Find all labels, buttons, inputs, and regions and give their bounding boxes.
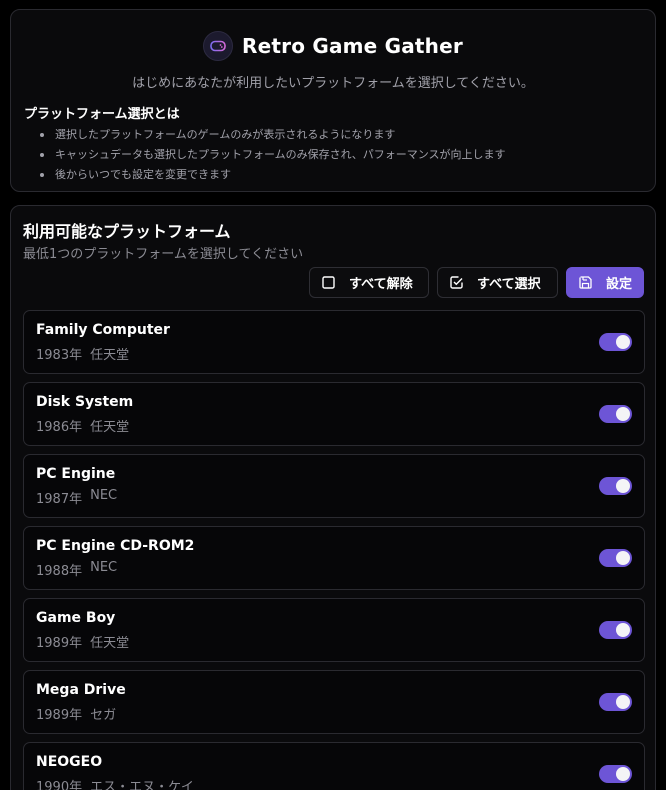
platform-toggle[interactable] (599, 621, 632, 639)
platform-item[interactable]: PC Engine CD-ROM2 1988年 NEC (23, 526, 645, 590)
info-bullet: 選択したプラットフォームのゲームのみが表示されるようになります (38, 125, 506, 145)
checkbox-checked-icon (449, 276, 463, 290)
platform-year: 1989年 (36, 636, 83, 651)
platform-maker: 任天堂 (90, 348, 130, 363)
platform-toggle[interactable] (599, 333, 632, 351)
platform-item[interactable]: Disk System 1986年 任天堂 (23, 382, 645, 446)
platform-item[interactable]: NEOGEO 1990年 エス・エヌ・ケイ (23, 742, 645, 790)
platform-maker: 任天堂 (90, 636, 130, 651)
platform-meta: 1989年 任天堂 (36, 632, 129, 651)
platform-maker: NEC (90, 488, 118, 503)
toggle-knob (616, 407, 630, 421)
platforms-card: 利用可能なプラットフォーム 最低1つのプラットフォームを選択してください すべて… (10, 205, 656, 790)
platform-name: Family Computer (36, 322, 170, 338)
toggle-knob (616, 551, 630, 565)
toggle-knob (616, 479, 630, 493)
intro-subtitle: はじめにあなたが利用したいプラットフォームを選択してください。 (132, 76, 534, 91)
toggle-knob (616, 335, 630, 349)
save-label: 設定 (606, 277, 633, 292)
platform-meta: 1990年 エス・エヌ・ケイ (36, 776, 194, 790)
save-icon (578, 276, 592, 290)
select-all-label: すべて選択 (477, 277, 541, 292)
platform-item[interactable]: PC Engine 1987年 NEC (23, 454, 645, 518)
platform-name: NEOGEO (36, 754, 103, 770)
platform-toggle[interactable] (599, 765, 632, 783)
square-icon (321, 276, 335, 290)
info-list: 選択したプラットフォームのゲームのみが表示されるようになります キャッシュデータ… (38, 125, 506, 185)
platform-maker: エス・エヌ・ケイ (90, 780, 194, 790)
platform-list: Family Computer 1983年 任天堂 Disk System 19… (23, 310, 645, 790)
platform-toolbar: すべて解除 すべて選択 設定 (309, 267, 644, 298)
toggle-knob (616, 767, 630, 781)
platform-year: 1989年 (36, 708, 83, 723)
toggle-knob (616, 695, 630, 709)
platform-name: PC Engine (36, 466, 116, 482)
platform-maker: セガ (90, 708, 117, 723)
info-heading: プラットフォーム選択とは (24, 107, 180, 122)
platform-meta: 1983年 任天堂 (36, 344, 129, 363)
gamepad-icon (203, 31, 234, 61)
platform-toggle[interactable] (599, 477, 632, 495)
select-all-button[interactable]: すべて選択 (437, 267, 558, 298)
platform-meta: 1989年 セガ (36, 704, 116, 723)
section-title: 利用可能なプラットフォーム (23, 222, 231, 241)
platform-toggle[interactable] (599, 693, 632, 711)
platform-year: 1987年 (36, 492, 83, 507)
save-settings-button[interactable]: 設定 (566, 267, 644, 298)
platform-name: PC Engine CD-ROM2 (36, 538, 195, 554)
platform-year: 1988年 (36, 564, 83, 579)
platform-item[interactable]: Family Computer 1983年 任天堂 (23, 310, 645, 374)
platform-maker: 任天堂 (90, 420, 130, 435)
deselect-all-label: すべて解除 (349, 277, 413, 292)
toggle-knob (616, 623, 630, 637)
platform-name: Game Boy (36, 610, 116, 626)
platform-year: 1983年 (36, 348, 83, 363)
platform-meta: 1986年 任天堂 (36, 416, 129, 435)
info-bullet: キャッシュデータも選択したプラットフォームのみ保存され、パフォーマンスが向上しま… (38, 145, 506, 165)
info-bullet: 後からいつでも設定を変更できます (38, 165, 506, 185)
platform-item[interactable]: Mega Drive 1989年 セガ (23, 670, 645, 734)
platform-maker: NEC (90, 560, 118, 575)
section-subtitle: 最低1つのプラットフォームを選択してください (23, 247, 304, 262)
platform-name: Disk System (36, 394, 134, 410)
platform-year: 1986年 (36, 420, 83, 435)
platform-item[interactable]: Game Boy 1989年 任天堂 (23, 598, 645, 662)
platform-name: Mega Drive (36, 682, 126, 698)
platform-toggle[interactable] (599, 405, 632, 423)
app-title: Retro Game Gather (242, 34, 463, 58)
page: Retro Game Gather はじめにあなたが利用したいプラットフォームを… (0, 0, 666, 790)
platform-toggle[interactable] (599, 549, 632, 567)
intro-card: Retro Game Gather はじめにあなたが利用したいプラットフォームを… (10, 9, 656, 192)
app-header: Retro Game Gather (11, 31, 655, 61)
platform-meta: 1987年 NEC (36, 488, 117, 507)
platform-year: 1990年 (36, 780, 83, 790)
platform-meta: 1988年 NEC (36, 560, 117, 579)
deselect-all-button[interactable]: すべて解除 (309, 267, 429, 298)
